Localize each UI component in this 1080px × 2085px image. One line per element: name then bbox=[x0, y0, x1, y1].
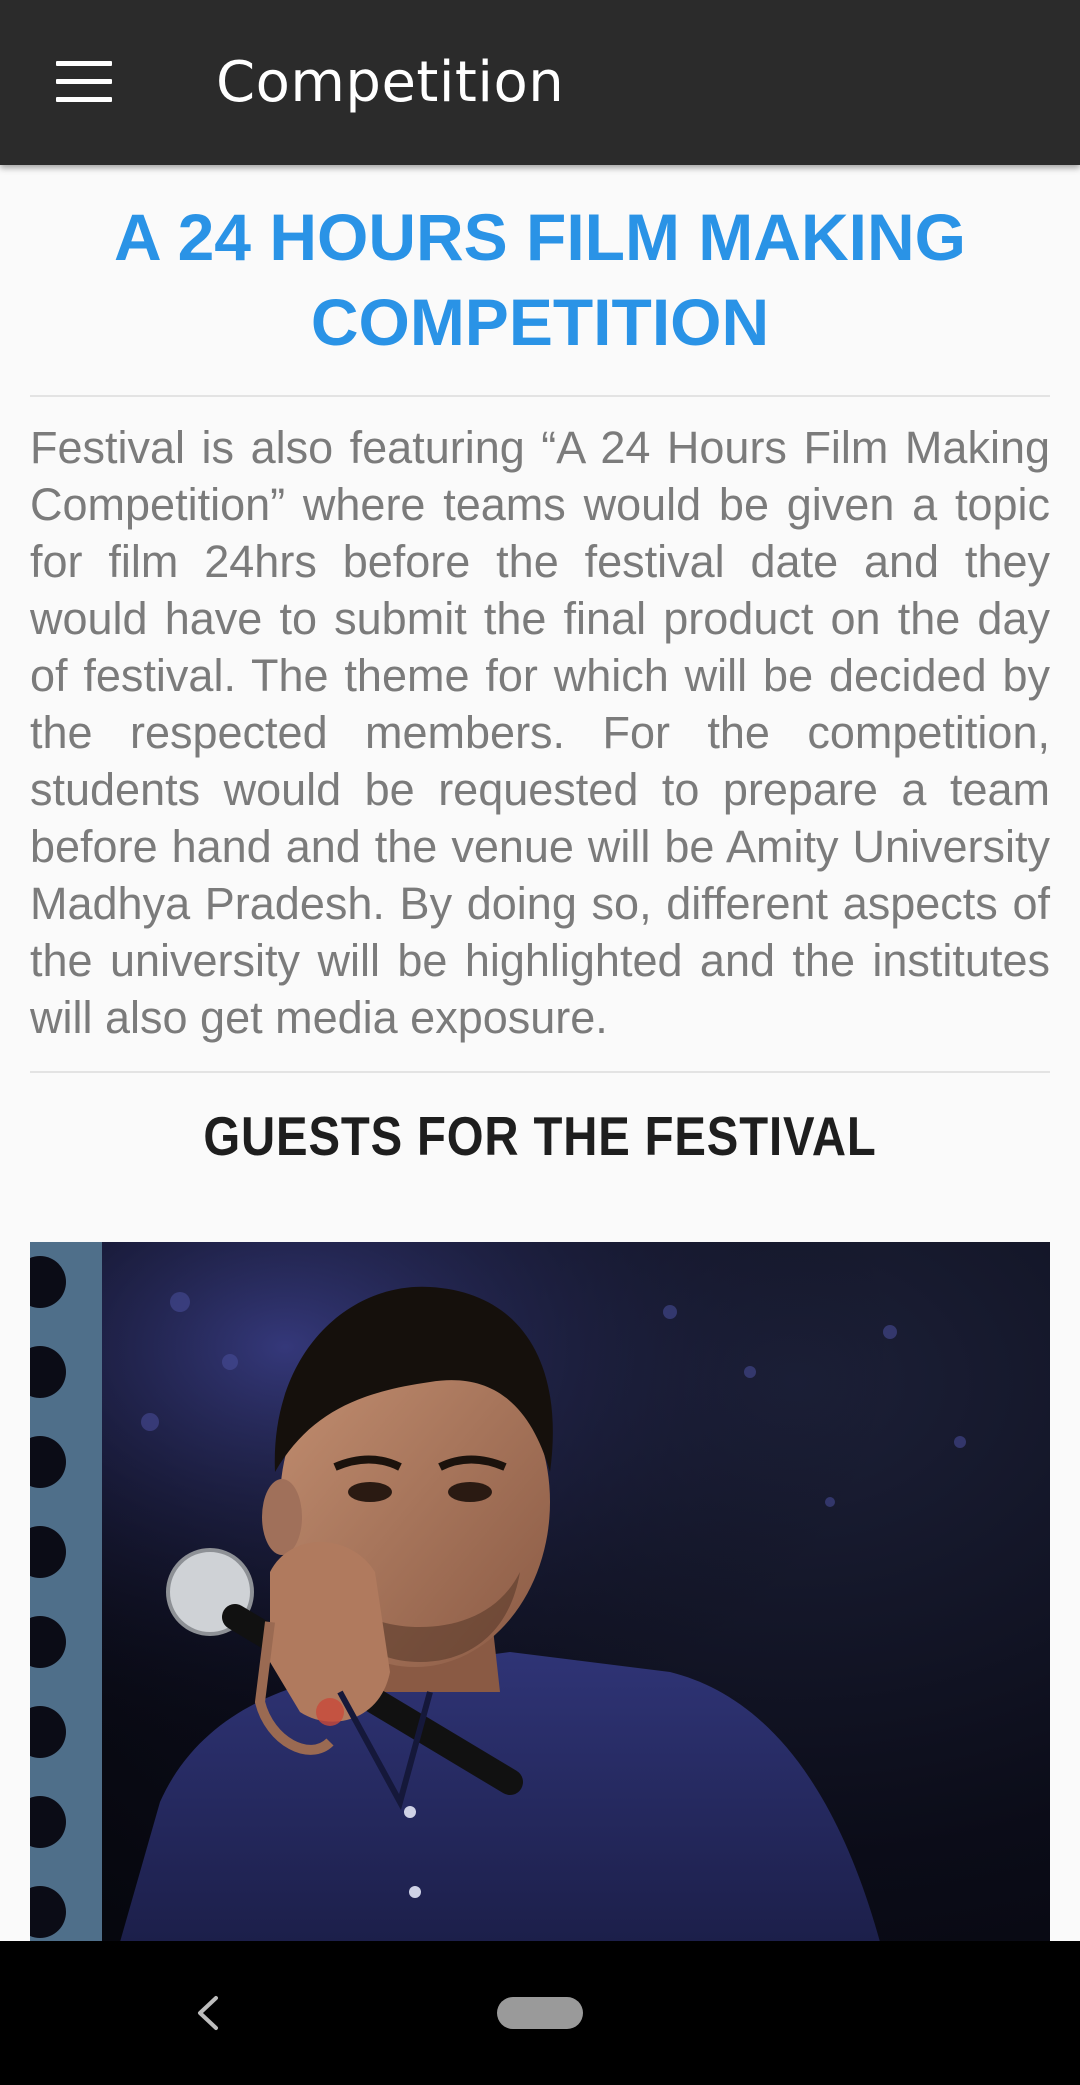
hamburger-menu-icon[interactable] bbox=[56, 61, 112, 102]
competition-heading: A 24 HOURS FILM MAKING COMPETITION bbox=[114, 200, 966, 359]
back-chevron-icon[interactable] bbox=[192, 1995, 222, 2031]
guests-heading: GUESTS FOR THE FESTIVAL bbox=[203, 1105, 877, 1167]
competition-description: Festival is also featuring “A 24 Hours F… bbox=[30, 422, 1050, 1043]
guest-photo-illustration bbox=[30, 1242, 1050, 1942]
divider bbox=[30, 395, 1050, 397]
system-navigation-bar bbox=[0, 1941, 1080, 2085]
home-pill-icon[interactable] bbox=[497, 1997, 583, 2029]
content-area: A 24 HOURS FILM MAKING COMPETITION Festi… bbox=[30, 165, 1050, 1171]
divider bbox=[30, 1071, 1050, 1073]
guest-photo bbox=[30, 1242, 1050, 1942]
app-title: Competition bbox=[216, 50, 565, 115]
app-bar: Competition bbox=[0, 0, 1080, 165]
